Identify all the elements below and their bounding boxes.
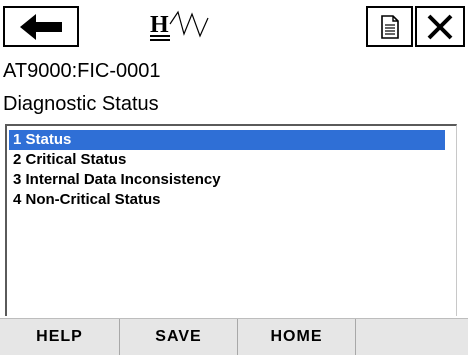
empty-softkey[interactable] bbox=[356, 319, 468, 355]
help-softkey[interactable]: HELP bbox=[0, 319, 120, 355]
home-softkey[interactable]: HOME bbox=[238, 319, 356, 355]
close-button[interactable] bbox=[415, 6, 465, 47]
menu-item-critical-status[interactable]: 2 Critical Status bbox=[9, 150, 445, 170]
document-button[interactable] bbox=[366, 6, 413, 47]
document-icon bbox=[380, 14, 399, 39]
back-button[interactable] bbox=[3, 6, 79, 47]
device-tag: AT9000:FIC-0001 bbox=[3, 60, 161, 82]
menu-item-internal-data-inconsistency[interactable]: 3 Internal Data Inconsistency bbox=[9, 170, 445, 190]
menu-item-status[interactable]: 1 Status bbox=[9, 130, 445, 150]
hart-logo-icon: H bbox=[150, 10, 209, 41]
close-icon bbox=[427, 14, 453, 39]
menu-item-non-critical-status[interactable]: 4 Non-Critical Status bbox=[9, 190, 445, 210]
save-softkey[interactable]: SAVE bbox=[120, 319, 238, 355]
diagnostic-menu-list: 1 Status 2 Critical Status 3 Internal Da… bbox=[5, 124, 457, 316]
toolbar: H bbox=[0, 0, 468, 54]
left-arrow-icon bbox=[20, 13, 62, 40]
screen-title: Diagnostic Status bbox=[3, 93, 159, 115]
svg-text:H: H bbox=[150, 12, 169, 38]
softkey-bar: HELP SAVE HOME bbox=[0, 318, 468, 355]
